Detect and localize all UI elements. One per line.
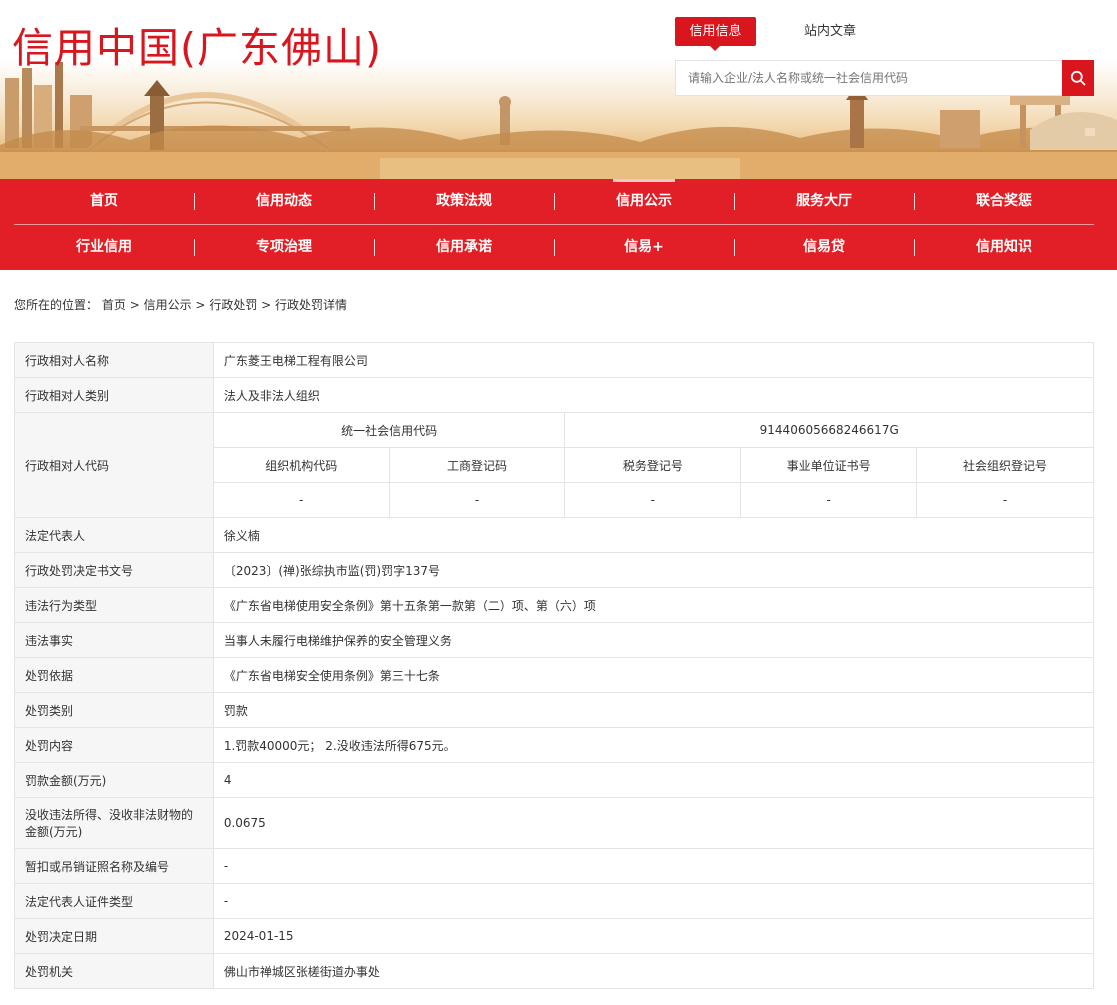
field-label: 处罚内容 xyxy=(14,727,214,763)
sub-header-tax-reg: 税务登记号 xyxy=(564,447,742,483)
field-label: 行政相对人代码 xyxy=(14,412,214,518)
field-label: 处罚决定日期 xyxy=(14,918,214,954)
tab-site-articles[interactable]: 站内文章 xyxy=(804,17,856,46)
table-row: 罚款金额(万元) 4 xyxy=(14,762,1095,798)
table-row: 处罚类别 罚款 xyxy=(14,692,1095,728)
breadcrumb: 您所在的位置： 首页 > 信用公示 > 行政处罚 > 行政处罚详情 xyxy=(14,296,347,314)
field-label: 违法行为类型 xyxy=(14,587,214,623)
sub-value-tax-reg: - xyxy=(564,482,742,518)
main-nav: 首页 信用动态 政策法规 信用公示 服务大厅 联合奖惩 行业信用 专项治理 信用… xyxy=(0,179,1117,270)
table-row: 处罚内容 1.罚款40000元； 2.没收违法所得675元。 xyxy=(14,727,1095,763)
field-value: 4 xyxy=(212,762,1095,798)
breadcrumb-separator: > xyxy=(261,298,272,312)
sub-header-social-org-reg: 社会组织登记号 xyxy=(916,447,1094,483)
field-value: 《广东省电梯安全使用条例》第三十七条 xyxy=(212,657,1095,693)
field-label: 行政处罚决定书文号 xyxy=(14,552,214,588)
field-value: 1.罚款40000元； 2.没收违法所得675元。 xyxy=(212,727,1095,763)
sub-value-social-org-reg: - xyxy=(916,482,1094,518)
field-value: 佛山市禅城区张槎街道办事处 xyxy=(212,953,1095,989)
field-label: 处罚类别 xyxy=(14,692,214,728)
field-value: 0.0675 xyxy=(212,797,1095,849)
table-row: 行政相对人代码 统一社会信用代码 91440605668246617G xyxy=(14,412,1094,518)
table-row: 行政相对人类别 法人及非法人组织 xyxy=(14,377,1095,413)
breadcrumb-admin-penalty[interactable]: 行政处罚 xyxy=(209,298,257,312)
field-label: 行政相对人类别 xyxy=(14,377,214,413)
nav-item-special-governance[interactable]: 专项治理 xyxy=(194,225,374,270)
table-row: 暂扣或吊销证照名称及编号 - xyxy=(14,848,1095,884)
nav-item-home[interactable]: 首页 xyxy=(14,179,194,224)
site-title: 信用中国(广东佛山) xyxy=(12,24,382,72)
field-value: 徐义楠 xyxy=(212,517,1095,553)
nav-item-xinyi-plus[interactable]: 信易+ xyxy=(554,225,734,270)
field-value: - xyxy=(212,848,1095,884)
tab-credit-info[interactable]: 信用信息 xyxy=(675,17,756,51)
search-input[interactable] xyxy=(675,60,1062,96)
table-row: 行政处罚决定书文号 〔2023〕(禅)张综执市监(罚)罚字137号 xyxy=(14,552,1095,588)
table-row: 违法事实 当事人未履行电梯维护保养的安全管理义务 xyxy=(14,622,1095,658)
field-value: 罚款 xyxy=(212,692,1095,728)
nav-item-policies[interactable]: 政策法规 xyxy=(374,179,554,224)
breadcrumb-current: 行政处罚详情 xyxy=(275,298,348,312)
sub-header-institution-cert: 事业单位证书号 xyxy=(740,447,918,483)
nav-item-credit-knowledge[interactable]: 信用知识 xyxy=(914,225,1094,270)
breadcrumb-prefix: 您所在的位置： xyxy=(14,298,99,312)
table-row: 处罚依据 《广东省电梯安全使用条例》第三十七条 xyxy=(14,657,1095,693)
breadcrumb-credit-disclosure[interactable]: 信用公示 xyxy=(144,298,192,312)
uscc-header: 统一社会信用代码 xyxy=(212,412,566,448)
field-value-name: 广东菱王电梯工程有限公司 xyxy=(212,342,1095,378)
nav-row-2: 行业信用 专项治理 信用承诺 信易+ 信易贷 信用知识 xyxy=(14,225,1094,270)
field-value: 当事人未履行电梯维护保养的安全管理义务 xyxy=(212,622,1095,658)
breadcrumb-home[interactable]: 首页 xyxy=(102,298,126,312)
nav-item-industry-credit[interactable]: 行业信用 xyxy=(14,225,194,270)
field-value: - xyxy=(212,883,1095,919)
field-label: 暂扣或吊销证照名称及编号 xyxy=(14,848,214,884)
tab-site-articles-label: 站内文章 xyxy=(804,24,857,39)
field-label: 违法事实 xyxy=(14,622,214,658)
field-label: 处罚依据 xyxy=(14,657,214,693)
nav-item-credit-disclosure[interactable]: 信用公示 xyxy=(554,179,734,224)
field-value-category: 法人及非法人组织 xyxy=(212,377,1095,413)
sub-value-org-code: - xyxy=(212,482,390,518)
breadcrumb-separator: > xyxy=(129,298,140,312)
uscc-value: 91440605668246617G xyxy=(564,412,1094,448)
field-label: 法定代表人证件类型 xyxy=(14,883,214,919)
field-value: 2024-01-15 xyxy=(212,918,1095,954)
penalty-detail-table: 行政相对人名称 广东菱王电梯工程有限公司 行政相对人类别 法人及非法人组织 行政… xyxy=(14,342,1095,989)
table-row: 处罚决定日期 2024-01-15 xyxy=(14,918,1095,954)
field-label: 没收违法所得、没收非法财物的金额(万元) xyxy=(14,797,214,849)
field-label: 法定代表人 xyxy=(14,517,214,553)
sub-header-business-reg: 工商登记码 xyxy=(388,447,566,483)
nav-item-credit-commitment[interactable]: 信用承诺 xyxy=(374,225,554,270)
table-row: 处罚机关 佛山市禅城区张槎街道办事处 xyxy=(14,953,1095,989)
sub-header-org-code: 组织机构代码 xyxy=(212,447,390,483)
search-button[interactable] xyxy=(1062,60,1094,96)
active-tab-caret xyxy=(710,46,720,51)
field-value: 〔2023〕(禅)张综执市监(罚)罚字137号 xyxy=(212,552,1095,588)
table-row: 没收违法所得、没收非法财物的金额(万元) 0.0675 xyxy=(14,797,1095,849)
tab-credit-info-label: 信用信息 xyxy=(689,24,742,39)
nav-row-1: 首页 信用动态 政策法规 信用公示 服务大厅 联合奖惩 xyxy=(14,179,1094,224)
field-label: 行政相对人名称 xyxy=(14,342,214,378)
nav-item-credit-news[interactable]: 信用动态 xyxy=(194,179,374,224)
table-row: 行政相对人名称 广东菱王电梯工程有限公司 xyxy=(14,342,1095,378)
search-tabs: 信用信息 站内文章 xyxy=(675,17,856,51)
sub-value-business-reg: - xyxy=(388,482,566,518)
header-banner: 信用中国(广东佛山) 信用信息 站内文章 xyxy=(0,0,1117,179)
table-row: 违法行为类型 《广东省电梯使用安全条例》第十五条第一款第（二）项、第（六）项 xyxy=(14,587,1095,623)
field-label: 处罚机关 xyxy=(14,953,214,989)
nav-item-service-hall[interactable]: 服务大厅 xyxy=(734,179,914,224)
search-icon xyxy=(1070,70,1086,86)
table-row: 法定代表人证件类型 - xyxy=(14,883,1095,919)
table-row: 法定代表人 徐义楠 xyxy=(14,517,1095,553)
field-value: 《广东省电梯使用安全条例》第十五条第一款第（二）项、第（六）项 xyxy=(212,587,1095,623)
breadcrumb-separator: > xyxy=(195,298,206,312)
field-label: 罚款金额(万元) xyxy=(14,762,214,798)
nav-item-rewards-penalties[interactable]: 联合奖惩 xyxy=(914,179,1094,224)
nav-item-xinyi-loan[interactable]: 信易贷 xyxy=(734,225,914,270)
sub-value-institution-cert: - xyxy=(740,482,918,518)
